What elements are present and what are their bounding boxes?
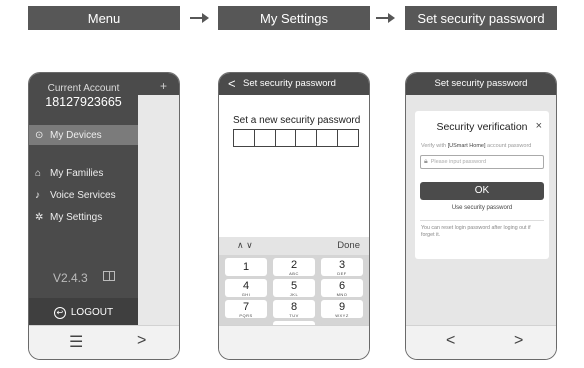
step-menu: Menu — [28, 6, 180, 30]
digit-cell — [255, 130, 276, 146]
menu-item-label: My Settings — [50, 211, 103, 223]
drawer-header-extension: + — [138, 73, 179, 95]
key-8[interactable]: 8 TUV — [273, 300, 315, 318]
done-button[interactable]: Done — [337, 240, 360, 251]
divider — [420, 220, 544, 221]
password-digit-input[interactable] — [233, 129, 359, 147]
menu-item-my-settings[interactable]: ✲ My Settings — [29, 207, 138, 227]
menu-item-my-devices[interactable]: ⊙ My Devices — [29, 125, 138, 145]
gear-icon: ✲ — [35, 211, 44, 223]
back-icon[interactable]: < — [228, 76, 236, 91]
digit-cell — [276, 130, 297, 146]
password-prompt: Set a new security password — [233, 115, 361, 126]
phone-set-password: < Set security password Set a new securi… — [218, 72, 370, 360]
devices-icon: ⊙ — [35, 129, 44, 141]
key-4[interactable]: 4 GHI — [225, 279, 267, 297]
numeric-keypad: 1 2 ABC 3 DEF 4 GHI 5 JKL 6 MNO 7 PQRS 8 TUV 9W… — [219, 255, 369, 339]
logout-icon: ↩ — [53, 306, 66, 319]
password-input[interactable]: 🔒︎ Please input password — [420, 155, 544, 169]
key-3[interactable]: 3 DEF — [321, 258, 363, 276]
ok-button[interactable]: OK — [420, 182, 544, 200]
logout-button[interactable]: ↩ LOGOUT — [29, 298, 138, 327]
close-icon[interactable]: × — [536, 120, 542, 132]
phone-menu: + Current Account 18127923665 ⊙ My Devic… — [28, 72, 180, 360]
step-arrow-icon — [190, 10, 210, 26]
menu-item-label: My Families — [50, 167, 104, 179]
step-set-security-password: Set security password — [405, 6, 557, 30]
reset-note: You can reset login password after login… — [421, 225, 531, 238]
home-icon: ⌂ — [35, 167, 42, 179]
menu-lines-icon[interactable]: ☰ — [69, 332, 83, 352]
app-version: V2.4.3 — [53, 271, 88, 285]
forward-icon[interactable]: > — [514, 332, 523, 350]
main-content-area — [138, 95, 179, 325]
digit-cell — [317, 130, 339, 146]
keyboard-toolbar: ∧ ∨ Done — [219, 237, 369, 255]
title-bar: < Set security password — [219, 73, 369, 95]
page-title: Set security password — [243, 78, 336, 89]
use-security-password-link[interactable]: Use security password — [415, 205, 549, 211]
field-navigation-arrows[interactable]: ∧ ∨ — [237, 240, 253, 251]
bottom-navigation: ☰ > — [29, 325, 179, 359]
bottom-navigation: < > — [406, 325, 556, 359]
key-7[interactable]: 7 PQRS — [225, 300, 267, 318]
menu-item-label: My Devices — [50, 129, 102, 141]
lock-icon: 🔒︎ — [424, 158, 428, 165]
digit-cell — [296, 130, 318, 146]
step-arrow-icon — [376, 10, 396, 26]
bottom-navigation — [219, 325, 369, 359]
phone-security-verification: Set security password Security verificat… — [405, 72, 557, 360]
add-icon[interactable]: + — [160, 79, 167, 93]
menu-item-my-families[interactable]: ⌂ My Families — [29, 163, 138, 183]
key-1[interactable]: 1 — [225, 258, 267, 276]
account-label: Current Account — [47, 83, 120, 94]
book-icon[interactable] — [103, 271, 115, 281]
back-icon[interactable]: < — [446, 332, 455, 350]
menu-item-voice-services[interactable]: ♪ Voice Services — [29, 185, 138, 205]
forward-icon[interactable]: > — [137, 332, 146, 350]
logout-label: LOGOUT — [70, 307, 114, 318]
menu-item-label: Voice Services — [50, 189, 116, 201]
dialog-title: Security verification — [436, 121, 528, 133]
password-placeholder: Please input password — [430, 159, 487, 165]
key-9[interactable]: 9 WXYZ — [321, 300, 363, 318]
key-6[interactable]: 6 MNO — [321, 279, 363, 297]
microphone-icon: ♪ — [35, 189, 40, 201]
security-verification-dialog: Security verification × Verify with [USm… — [415, 111, 549, 259]
title-bar: Set security password — [406, 73, 556, 95]
key-5[interactable]: 5 JKL — [273, 279, 315, 297]
digit-cell — [234, 130, 255, 146]
account-number: 18127923665 — [45, 95, 122, 109]
page-title: Set security password — [434, 78, 528, 89]
step-my-settings: My Settings — [218, 6, 370, 30]
digit-cell — [338, 130, 358, 146]
key-2[interactable]: 2 ABC — [273, 258, 315, 276]
verify-info: Verify with [USmart Home] account passwo… — [421, 143, 532, 149]
